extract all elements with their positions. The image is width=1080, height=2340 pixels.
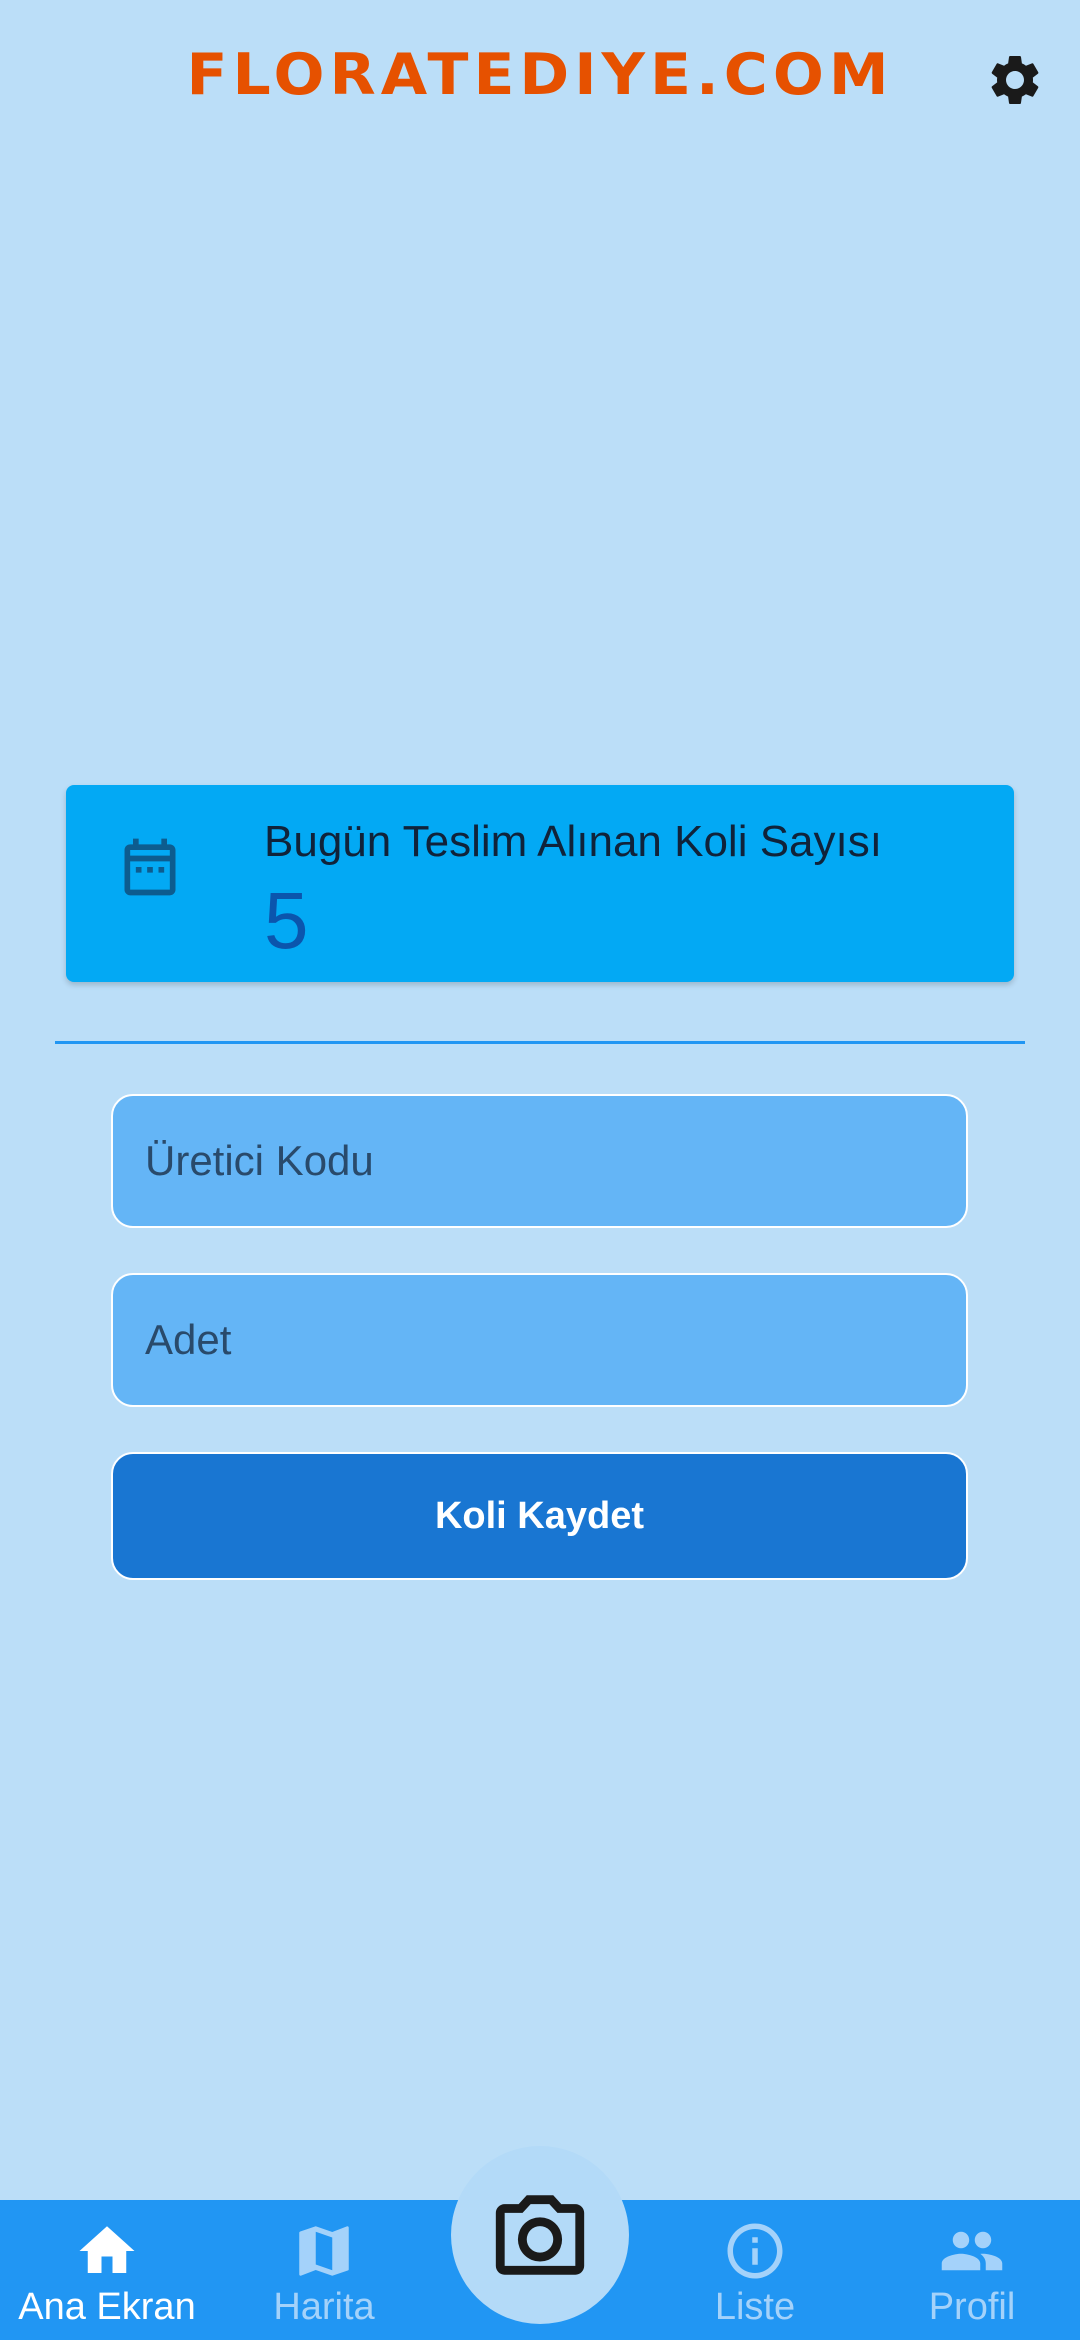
map-icon (299, 2226, 349, 2276)
camera-button[interactable] (451, 2146, 629, 2324)
gear-icon (991, 55, 1039, 104)
home-icon (79, 2226, 135, 2273)
delivered-count-label: Bugün Teslim Alınan Koli Sayısı (264, 817, 882, 866)
nav-label-profile: Profil (928, 2286, 1016, 2328)
save-parcel-button[interactable]: Koli Kaydet (111, 1452, 968, 1580)
divider (55, 1041, 1025, 1044)
manufacturer-code-field[interactable] (111, 1094, 968, 1228)
people-icon (941, 2231, 1003, 2271)
settings-button[interactable] (980, 45, 1050, 115)
quantity-field[interactable] (111, 1273, 968, 1407)
app-title: FLORATEDIYE.COM (186, 41, 894, 109)
nav-item-profile[interactable]: Profil (872, 2200, 1072, 2340)
nav-item-map[interactable]: Harita (224, 2200, 424, 2340)
nav-item-home[interactable]: Ana Ekran (7, 2200, 207, 2340)
calendar-icon (124, 838, 176, 896)
nav-item-list[interactable]: Liste (655, 2200, 855, 2340)
camera-icon (495, 2195, 585, 2275)
quantity-input[interactable] (113, 1275, 966, 1405)
nav-label-home: Ana Ekran (18, 2286, 196, 2328)
nav-label-map: Harita (273, 2286, 375, 2328)
manufacturer-code-input[interactable] (113, 1096, 966, 1226)
delivered-count-card: Bugün Teslim Alınan Koli Sayısı 5 (66, 785, 1014, 982)
nav-label-list: Liste (714, 2286, 796, 2328)
info-icon (727, 2223, 783, 2279)
delivered-count-value: 5 (264, 876, 309, 965)
